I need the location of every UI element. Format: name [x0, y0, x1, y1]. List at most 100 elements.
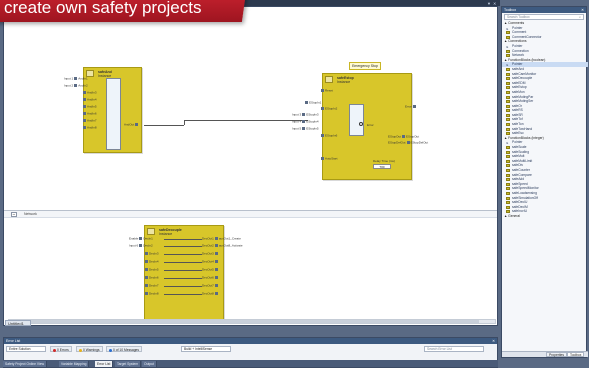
block-icon [506, 123, 510, 127]
pin-input-1[interactable]: Input 1 AndIn1 [64, 77, 88, 80]
tab-output[interactable]: Output [142, 361, 157, 367]
pin-dec-7[interactable]: DecIn7 [144, 284, 159, 287]
pin-decout-7[interactable]: DecOut7 [202, 284, 219, 287]
pin-and-out[interactable]: AndOut [124, 123, 139, 126]
messages-filter-button[interactable]: 0 of 10 Messages [106, 346, 143, 352]
block-icon [506, 169, 510, 172]
block-icon [506, 109, 510, 113]
pin-dec-8[interactable]: DecIn8 [144, 292, 159, 295]
tab-variable-mapping[interactable]: Variable Mapping [59, 361, 90, 367]
block-icon [506, 118, 510, 122]
close-icon[interactable]: ✕ [581, 7, 584, 13]
fb-logo-icon [325, 76, 333, 83]
pin-estop-out[interactable]: EStopOut EStopOut [388, 135, 419, 138]
error-list-toolbar: Entire Solution 0 Errors 0 Warnings 0 of… [6, 346, 496, 353]
pin-dec-3[interactable]: DecIn3 [144, 252, 159, 255]
tab-untitled1[interactable]: Untitled1 [5, 320, 31, 326]
pin-enable[interactable]: Enable DecIn1 [129, 237, 153, 240]
pin-dec-5[interactable]: DecIn5 [144, 268, 159, 271]
pin-estop-del-out[interactable]: EStopDelOut EStopDelOut [388, 141, 428, 144]
error-list-search-input[interactable]: Search Error List [424, 346, 484, 352]
fb-error-label: Error [367, 123, 374, 127]
pin-decout-8[interactable]: DecOut8 [202, 292, 219, 295]
block-icon [506, 95, 510, 99]
function-block-safe-estop[interactable]: safeEstop Instance Error Delay Time (ms)… [322, 73, 412, 180]
block-icon [506, 127, 510, 131]
pin-input-4[interactable]: Input 4 EStopIn4 [292, 120, 319, 123]
pin-dec-4[interactable]: DecIn4 [144, 260, 159, 263]
pin-autostart[interactable]: AutoStart [320, 157, 338, 160]
pin-decout-5[interactable]: DecOut5 [202, 268, 219, 271]
horizontal-scrollbar[interactable] [8, 319, 496, 324]
fb-logo-icon [147, 228, 155, 235]
wire [164, 246, 202, 247]
network-divider: − Network [4, 210, 497, 218]
function-block-safe-and[interactable]: safeAnd Instance [83, 67, 142, 153]
pin-and-8[interactable]: AndIn8 [82, 126, 97, 129]
build-filter-select[interactable]: Build + IntelliSense [181, 346, 231, 352]
banner-text: create own safety projects [4, 0, 202, 17]
scope-select[interactable]: Entire Solution [6, 346, 46, 352]
pin-and-4[interactable]: AndIn4 [82, 98, 97, 101]
delay-value[interactable]: T#0 [373, 164, 391, 169]
ide-window: ▼ ✕ safeAnd Instance Input 1 AndIn1 Input… [0, 0, 589, 368]
scroll-thumb[interactable] [19, 320, 479, 323]
toolbox-search-input[interactable]: Search Toolbox ⌕ [504, 14, 584, 20]
pin-input-2[interactable]: Input 2 AndIn2 [64, 84, 88, 87]
block-icon [506, 72, 510, 76]
block-icon [506, 113, 510, 117]
warning-icon [79, 348, 82, 352]
wire [164, 270, 202, 271]
tab-properties[interactable]: Properties [546, 352, 568, 357]
block-icon [506, 164, 510, 168]
tab-error-list[interactable]: Error List [95, 361, 114, 367]
pin-decout-1[interactable]: DecOut1 auxOut1_Create [202, 237, 241, 240]
block-icon [506, 77, 510, 81]
block-icon [506, 196, 510, 200]
pin-estop-1[interactable]: EStopIn1 [304, 101, 321, 104]
wire [164, 262, 202, 263]
pin-decout-2[interactable]: DecOut2 auxOut8_Activate [202, 244, 243, 247]
block-icon [506, 54, 510, 58]
pin-reset[interactable]: Reset [320, 89, 333, 92]
pin-error-out[interactable]: Error [405, 105, 417, 108]
errors-filter-button[interactable]: 0 Errors [50, 346, 72, 352]
pin-and-7[interactable]: AndIn7 [82, 119, 97, 122]
error-icon [53, 348, 56, 352]
tab-toolbox[interactable]: Toolbox [567, 352, 585, 357]
diagram-editor[interactable]: safeAnd Instance Input 1 AndIn1 Input 2 An… [3, 6, 498, 326]
block-icon [506, 205, 510, 209]
close-icon[interactable]: ✕ [492, 338, 495, 344]
pin-decout-3[interactable]: DecOut3 [202, 252, 219, 255]
block-icon [506, 201, 510, 205]
collapse-icon[interactable]: − [11, 212, 17, 218]
pin-estop-2[interactable]: EStopIn2 [320, 107, 337, 110]
pin-and-3[interactable]: AndIn3 [82, 91, 97, 94]
pin-input-6[interactable]: Input 6 DecIn2 [129, 244, 153, 247]
pin-and-5[interactable]: AndIn5 [82, 105, 97, 108]
tab-target-system[interactable]: Target System [115, 361, 142, 367]
toolbox-item[interactable]: Network [502, 53, 588, 58]
toolbox-item[interactable]: safeIncrIU [502, 209, 588, 214]
pin-decout-4[interactable]: DecOut4 [202, 260, 219, 263]
block-icon [506, 132, 510, 136]
pin-input-3[interactable]: Input 3 EStopIn3 [292, 113, 319, 116]
block-icon [506, 155, 510, 159]
toolbox-panel: Toolbox ✕ Search Toolbox ⌕ ▲ Comments ➤ Po… [501, 6, 588, 358]
pin-decout-6[interactable]: DecOut6 [202, 276, 219, 279]
pin-dec-6[interactable]: DecIn6 [144, 276, 159, 279]
block-icon [506, 86, 510, 90]
pointer-icon: ➤ [506, 141, 509, 146]
toolbox-item[interactable]: safeEsc [502, 131, 588, 136]
pin-input-5[interactable]: Input 5 EStopIn5 [292, 127, 319, 130]
block-icon [506, 210, 510, 214]
warnings-filter-button[interactable]: 0 Warnings [76, 346, 103, 352]
tab-safety-project-online-view[interactable]: Safety Project Online View [3, 361, 47, 367]
pin-estop-6[interactable]: EStopIn6 [320, 134, 337, 137]
comment-emergency-stop[interactable]: Emergency Stop [349, 62, 381, 70]
block-icon [506, 173, 510, 177]
pin-and-6[interactable]: AndIn6 [82, 112, 97, 115]
pointer-icon: ➤ [506, 44, 509, 49]
toolbox-item[interactable]: CommentConnector [502, 35, 588, 40]
toolbox-category[interactable]: ▲ General [502, 214, 588, 219]
